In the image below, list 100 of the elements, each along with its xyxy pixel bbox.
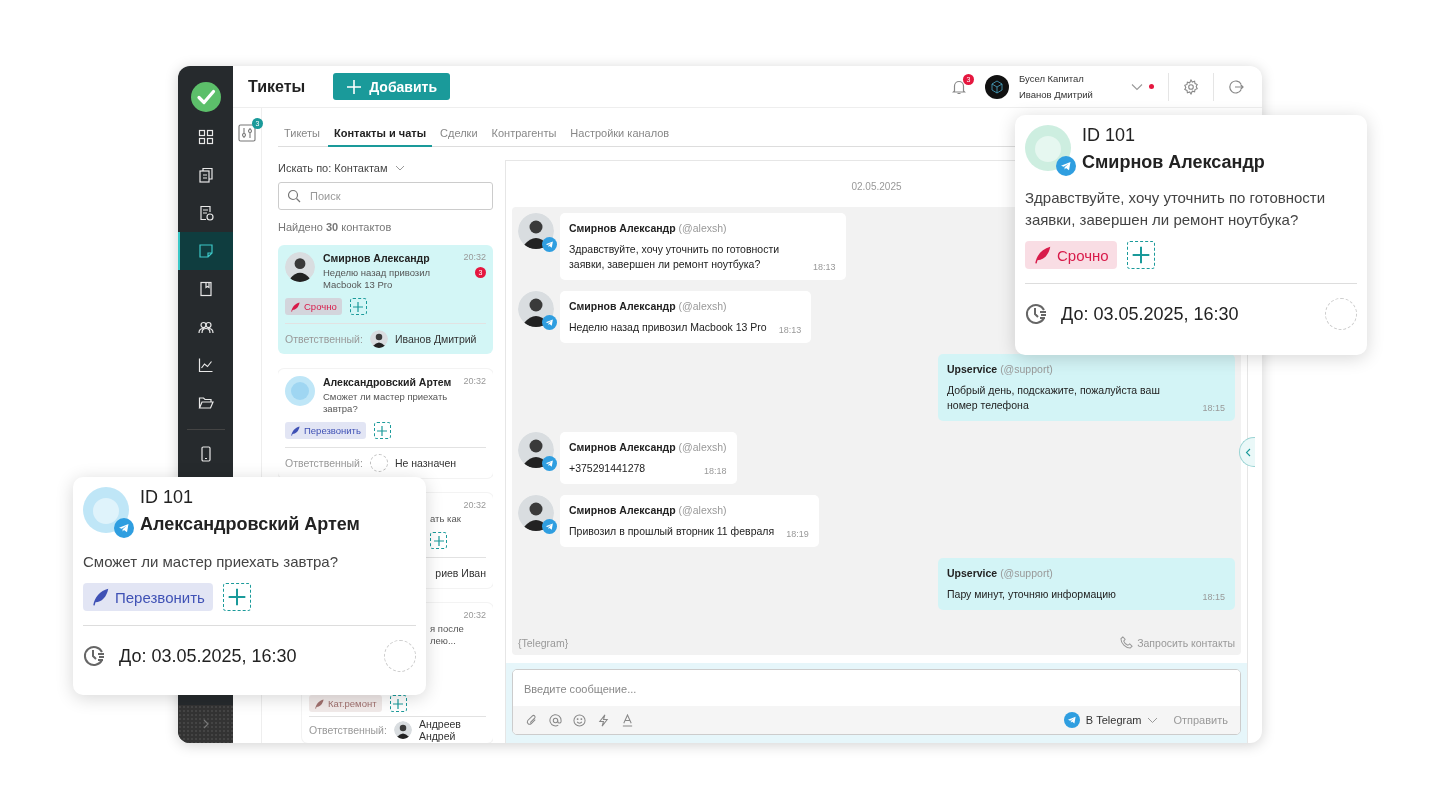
ticket-id: ID 101	[1082, 125, 1137, 146]
sender-handle: (@alexsh)	[678, 222, 727, 234]
book-icon	[197, 281, 214, 297]
message-text: Добрый день, подскажите, пожалуйста ваш номер телефона	[947, 383, 1161, 413]
telegram-icon	[114, 518, 134, 538]
add-button[interactable]: Добавить	[333, 73, 450, 100]
search-field[interactable]: Поиск	[278, 182, 493, 210]
sender-name: Смирнов Александр	[569, 300, 676, 312]
folder-icon	[197, 395, 214, 411]
telegram-icon	[542, 237, 557, 252]
avatar	[1025, 125, 1071, 171]
message-text: Неделю назад привозил Macbook 13 Pro	[569, 320, 767, 335]
message-preview: Сможет ли мастер приехать завтра?	[323, 391, 449, 415]
message-time: 18:15	[1202, 403, 1225, 413]
message-text: Здравствуйте, хочу уточнить по готовности заявки, завершен ли ремонт ноутбука?	[569, 242, 781, 272]
message-time: 18:15	[1202, 592, 1225, 602]
collapse-handle[interactable]	[1239, 437, 1255, 467]
search-by-dropdown[interactable]: Искать по: Контактам	[278, 160, 493, 176]
tab[interactable]: Контакты и чаты	[328, 123, 433, 147]
grid-icon	[197, 129, 214, 145]
note-icon	[197, 243, 214, 259]
telegram-icon	[542, 519, 557, 534]
plus-icon	[226, 587, 247, 607]
contact-name: Александровский Артем	[323, 376, 453, 388]
telegram-icon	[1056, 156, 1076, 176]
settings-icon[interactable]	[1183, 78, 1199, 95]
sender-name: Смирнов Александр	[569, 504, 676, 516]
plus-icon	[346, 78, 363, 95]
search-input[interactable]: Поиск	[308, 189, 462, 203]
responsible-name: риев Иван	[435, 567, 486, 579]
plus-icon	[352, 300, 365, 313]
due-date: До: 03.05.2025, 16:30	[119, 645, 297, 667]
tag[interactable]: Перезвонить	[83, 583, 213, 611]
contact-card[interactable]: Александровский Артем Сможет ли мастер приехать завтра? 20:32 Перезвонить Ответственный: Не назначен	[278, 369, 493, 478]
add-tag-button[interactable]	[430, 532, 447, 549]
user-name: Иванов Дмитрий	[1019, 89, 1094, 100]
document-clock-icon	[197, 205, 214, 221]
message-time: 18:13	[778, 325, 802, 335]
sender-handle: (@support)	[1000, 567, 1053, 579]
lightning-icon[interactable]	[597, 713, 610, 727]
add-tag-button[interactable]	[1126, 241, 1155, 269]
chat-date: 02.05.2025	[851, 181, 902, 192]
message-text: Пару минут, уточняю информацию	[947, 587, 1116, 602]
plus-icon	[432, 534, 445, 547]
request-contacts-link[interactable]: Запросить контакты	[1120, 636, 1235, 649]
message-time: 20:32	[463, 252, 486, 262]
responsible-label: Ответственный:	[285, 333, 363, 345]
mention-icon[interactable]	[549, 713, 562, 727]
tab[interactable]: Контрагенты	[485, 123, 563, 147]
expand-icon[interactable]	[201, 719, 210, 729]
documents-icon	[197, 167, 214, 183]
add-tag-button[interactable]	[222, 583, 251, 611]
telegram-icon	[542, 315, 557, 330]
tag[interactable]: Перезвонить	[285, 422, 366, 439]
message-text: Сможет ли мастер приехать завтра?	[83, 552, 340, 572]
message-time: 20:32	[463, 376, 486, 386]
contact-name: Смирнов Александр	[323, 252, 431, 264]
contact-name: Смирнов Александр	[1082, 152, 1265, 173]
bell-icon[interactable]	[951, 78, 967, 95]
attach-icon[interactable]	[525, 713, 538, 727]
tag[interactable]: Кат.ремонт	[309, 695, 382, 712]
filter-icon[interactable]	[238, 124, 256, 142]
message-preview: я после лею...	[430, 623, 464, 647]
responsible-name: Не назначен	[394, 457, 457, 469]
tab[interactable]: Сделки	[434, 123, 484, 147]
plus-icon	[392, 697, 405, 710]
search-icon	[287, 189, 301, 203]
sender-handle: (@support)	[1000, 363, 1053, 375]
telegram-icon	[1063, 712, 1080, 728]
tag[interactable]: Срочно	[285, 298, 342, 315]
message-time: 18:19	[786, 529, 809, 539]
logout-icon[interactable]	[1228, 78, 1244, 95]
tab[interactable]: Настройки каналов	[564, 123, 676, 147]
nav-item[interactable]	[178, 232, 233, 270]
responsible-label: Ответственный:	[309, 724, 387, 736]
sender-name: Смирнов Александр	[569, 222, 676, 234]
page-title: Тикеты	[248, 77, 306, 96]
chevron-down-icon[interactable]	[1131, 82, 1143, 91]
message-time: 18:18	[704, 466, 727, 476]
telegram-icon	[542, 456, 557, 471]
sender-name: Upservice	[947, 567, 998, 579]
text-format-icon[interactable]	[621, 713, 634, 727]
message-text-input[interactable]: Введите сообщение...	[524, 683, 1214, 695]
phone-icon	[1120, 636, 1134, 649]
tag[interactable]: Срочно	[1025, 241, 1117, 269]
due-date: До: 03.05.2025, 16:30	[1061, 303, 1239, 325]
message-time: 18:13	[813, 262, 836, 272]
add-tag-button[interactable]	[349, 298, 367, 315]
channel-select[interactable]: В Telegram	[1063, 712, 1159, 728]
logo-icon	[190, 82, 221, 112]
chevron-left-icon	[1244, 447, 1251, 457]
sender-handle: (@alexsh)	[678, 504, 727, 516]
company-name: Бусел Капитал	[1019, 73, 1085, 84]
tab[interactable]: Тикеты	[278, 123, 326, 147]
message-text: Привозил в прошлый вторник 11 февраля	[569, 524, 775, 539]
emoji-icon[interactable]	[573, 713, 586, 727]
send-button[interactable]: Отправить	[1169, 714, 1228, 726]
add-tag-button[interactable]	[373, 422, 391, 439]
sender-handle: (@alexsh)	[678, 441, 727, 453]
contact-name: Александровский Артем	[140, 514, 360, 535]
